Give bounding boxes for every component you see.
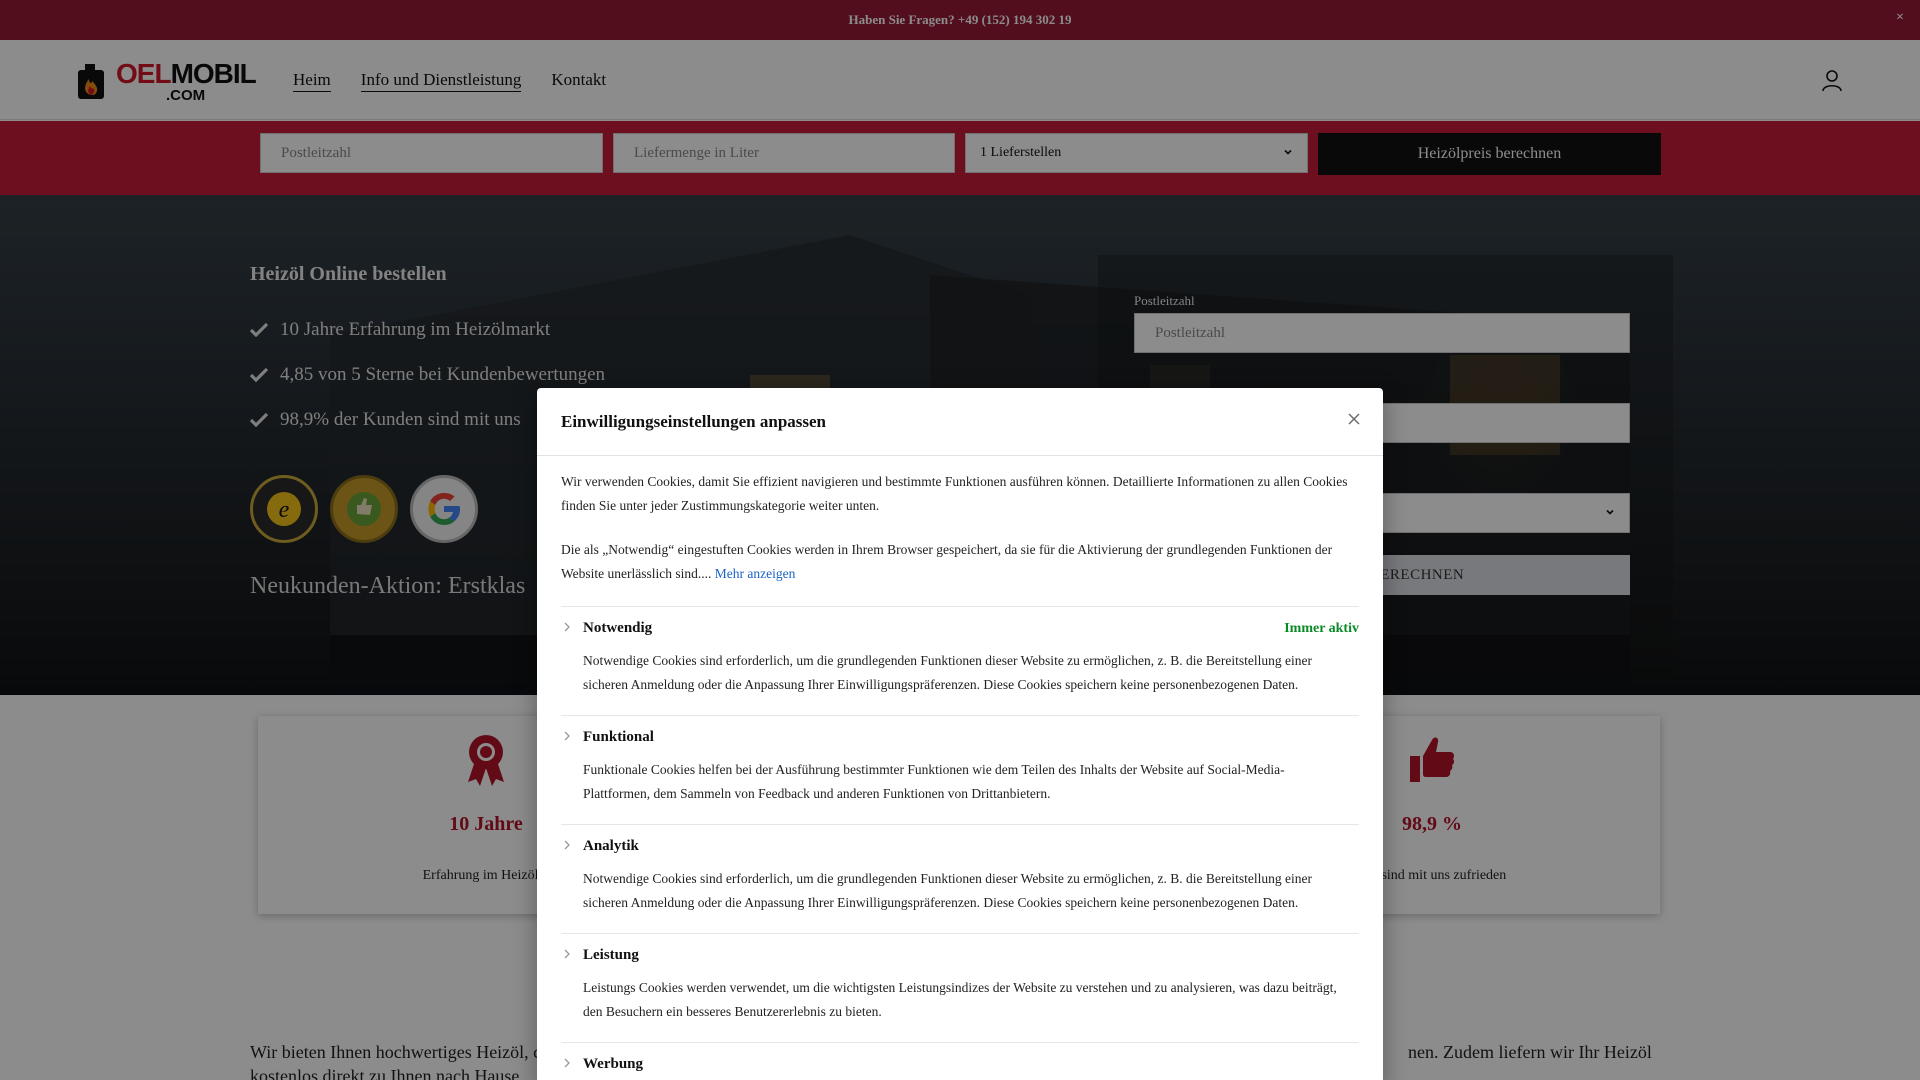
consent-category-notwendig[interactable]: Notwendig Immer aktiv Notwendige Cookies… — [561, 606, 1359, 715]
category-description: Leistungs Cookies werden verwendet, um d… — [583, 980, 1337, 1019]
consent-category-analytik[interactable]: Analytik Notwendige Cookies sind erforde… — [561, 824, 1359, 933]
modal-intro-2: Die als „Notwendig“ eingestuften Cookies… — [561, 538, 1359, 586]
modal-intro-2-text: Die als „Notwendig“ eingestuften Cookies… — [561, 542, 1333, 581]
modal-intro: Wir verwenden Cookies, damit Sie effizie… — [561, 474, 1348, 513]
chevron-right-icon — [564, 731, 570, 741]
category-name[interactable]: Notwendig — [583, 620, 1359, 637]
category-name[interactable]: Funktional — [583, 729, 1359, 746]
consent-category-leistung[interactable]: Leistung Leistungs Cookies werden verwen… — [561, 933, 1359, 1042]
always-active-status: Immer aktiv — [1284, 621, 1359, 636]
consent-category-funktional[interactable]: Funktional Funktionale Cookies helfen be… — [561, 715, 1359, 824]
consent-category-werbung[interactable]: Werbung — [561, 1042, 1359, 1080]
chevron-right-icon — [564, 622, 570, 632]
cookie-consent-modal: Einwilligungseinstellungen anpassen Wir … — [537, 388, 1383, 1080]
modal-title: Einwilligungseinstellungen anpassen — [561, 412, 827, 431]
chevron-right-icon — [564, 1058, 570, 1068]
category-description: Funktionale Cookies helfen bei der Ausfü… — [583, 762, 1285, 801]
category-name[interactable]: Werbung — [583, 1056, 1359, 1073]
modal-header: Einwilligungseinstellungen anpassen — [537, 388, 1383, 456]
show-more-link[interactable]: Mehr anzeigen — [715, 566, 796, 581]
chevron-right-icon — [564, 840, 570, 850]
modal-body: Wir verwenden Cookies, damit Sie effizie… — [537, 456, 1383, 1080]
category-name[interactable]: Analytik — [583, 838, 1359, 855]
category-description: Notwendige Cookies sind erforderlich, um… — [583, 653, 1312, 692]
chevron-right-icon — [564, 949, 570, 959]
category-description: Notwendige Cookies sind erforderlich, um… — [583, 871, 1312, 910]
category-name[interactable]: Leistung — [583, 947, 1359, 964]
close-icon[interactable] — [1347, 412, 1361, 426]
